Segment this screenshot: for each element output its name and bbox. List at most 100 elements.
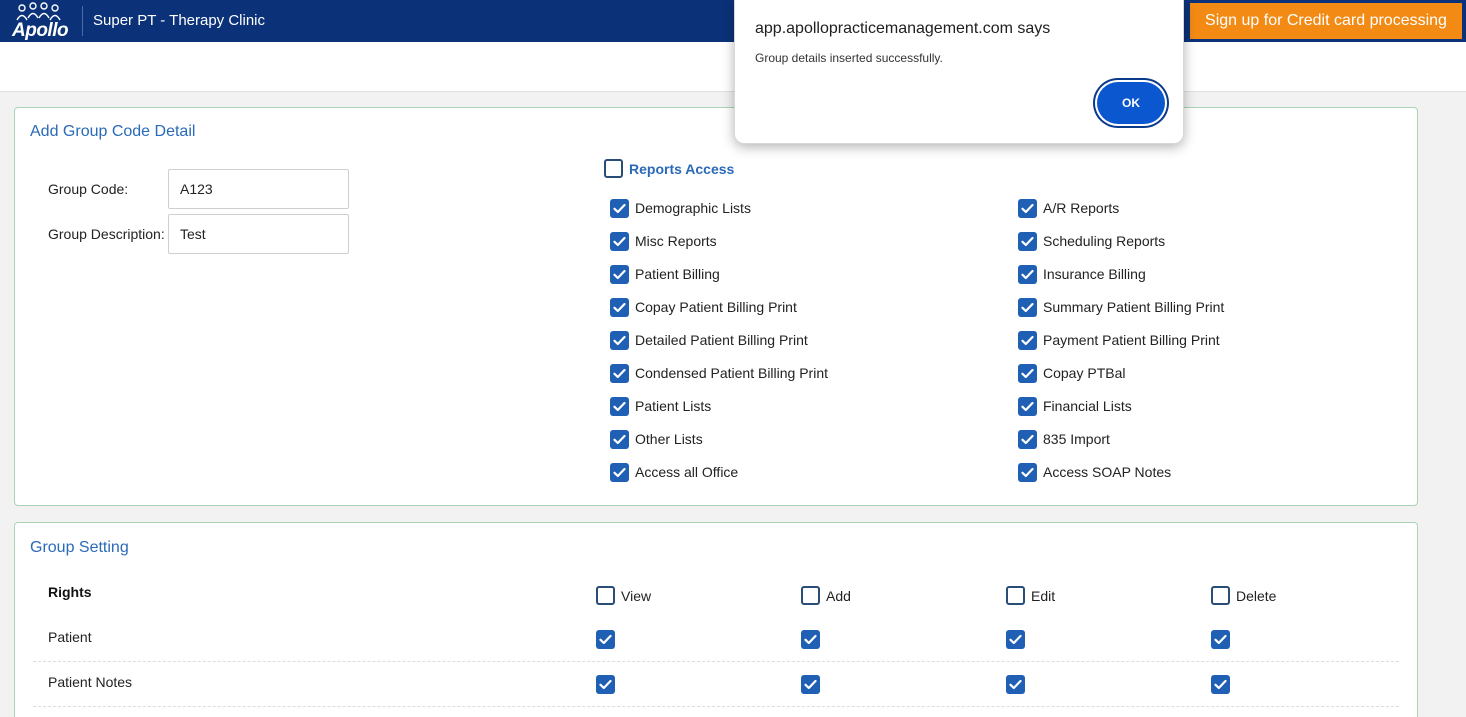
report-checkbox-condensed-patient-billing-print[interactable] [610,364,629,383]
checkmark-icon [599,634,612,645]
report-label-other-lists: Other Lists [635,431,703,447]
group-description-input[interactable] [168,214,349,254]
report-checkbox-a-r-reports[interactable] [1018,199,1037,218]
report-checkbox-access-all-office[interactable] [610,463,629,482]
checkmark-icon [1021,368,1034,379]
rights-patient-delete-checkbox[interactable] [1211,630,1230,649]
report-label-access-all-office: Access all Office [635,464,739,480]
group-setting-panel: Group Setting Rights View Add Edit Delete Pa… [14,522,1418,717]
report-label-a-r-reports: A/R Reports [1043,200,1120,216]
rights-column-delete-checkbox[interactable] [1211,586,1230,605]
checkmark-icon [1021,335,1034,346]
checkmark-icon [599,679,612,690]
checkmark-icon [613,236,626,247]
rights-column-add-checkbox[interactable] [801,586,820,605]
report-checkbox-copay-patient-billing-print[interactable] [610,298,629,317]
checkmark-icon [1021,203,1034,214]
rights-row-patient-notes-label: Patient Notes [48,674,133,690]
clinic-name: Super PT - Therapy Clinic [93,12,266,29]
checkmark-icon [1021,269,1034,280]
credit-card-signup-button[interactable]: Sign up for Credit card processing [1190,3,1462,39]
checkmark-icon [1009,679,1022,690]
report-checkbox-financial-lists[interactable] [1018,397,1037,416]
report-checkbox-copay-ptbal[interactable] [1018,364,1037,383]
checkmark-icon [613,368,626,379]
report-label-copay-patient-billing-print: Copay Patient Billing Print [635,299,797,315]
rights-patient-view-checkbox[interactable] [596,630,615,649]
rights-patient-add-checkbox[interactable] [801,630,820,649]
rights-column-view-checkbox[interactable] [596,586,615,605]
report-checkbox-payment-patient-billing-print[interactable] [1018,331,1037,350]
logo-text: Apollo [12,20,69,41]
rights-patient-notes-add-checkbox[interactable] [801,675,820,694]
report-checkbox-scheduling-reports[interactable] [1018,232,1037,251]
rights-column-edit-label: Edit [1031,588,1056,604]
reports-access-checkbox[interactable] [604,159,623,178]
checkmark-icon [1021,302,1034,313]
group-description-label: Group Description: [48,226,165,242]
report-checkbox-access-soap-notes[interactable] [1018,463,1037,482]
report-label-scheduling-reports: Scheduling Reports [1043,233,1166,249]
report-checkbox-insurance-billing[interactable] [1018,265,1037,284]
report-label-misc-reports: Misc Reports [635,233,717,249]
report-checkbox-detailed-patient-billing-print[interactable] [610,331,629,350]
group-code-input[interactable] [168,169,349,209]
rights-column-add-label: Add [826,588,851,604]
report-label-835-import: 835 Import [1043,431,1110,447]
people-logo-icon [16,2,61,21]
checkmark-icon [1214,634,1227,645]
dialog-title: app.apollopracticemanagement.com says [755,20,1051,37]
report-label-financial-lists: Financial Lists [1043,398,1132,414]
reports-access-label: Reports Access [629,161,735,177]
report-checkbox-other-lists[interactable] [610,430,629,449]
report-label-patient-lists: Patient Lists [635,398,712,414]
report-label-demographic-lists: Demographic Lists [635,200,751,216]
checkmark-icon [1021,467,1034,478]
checkmark-icon [613,335,626,346]
sub-toolbar [0,42,1466,92]
report-checkbox-summary-patient-billing-print[interactable] [1018,298,1037,317]
report-label-payment-patient-billing-print: Payment Patient Billing Print [1043,332,1220,348]
report-label-condensed-patient-billing-print: Condensed Patient Billing Print [635,365,829,381]
checkmark-icon [613,203,626,214]
top-navigation-bar: Apollo Super PT - Therapy Clinic Sign up… [0,0,1466,42]
rights-patient-edit-checkbox[interactable] [1006,630,1025,649]
report-label-access-soap-notes: Access SOAP Notes [1043,464,1172,480]
report-label-copay-ptbal: Copay PTBal [1043,365,1126,381]
checkmark-icon [804,634,817,645]
rights-patient-notes-edit-checkbox[interactable] [1006,675,1025,694]
checkmark-icon [613,269,626,280]
report-checkbox-patient-lists[interactable] [610,397,629,416]
checkmark-icon [1021,434,1034,445]
checkmark-icon [1021,236,1034,247]
dialog-ok-button[interactable]: OK [1097,82,1165,124]
apollo-logo[interactable]: Apollo [10,2,72,41]
rights-column-delete-label: Delete [1236,588,1277,604]
row-separator [33,706,1399,707]
report-label-patient-billing: Patient Billing [635,266,720,282]
panel-title-group-setting: Group Setting [30,539,129,556]
checkmark-icon [613,467,626,478]
checkmark-icon [613,401,626,412]
report-checkbox-demographic-lists[interactable] [610,199,629,218]
report-checkbox-835-import[interactable] [1018,430,1037,449]
rights-column-edit-checkbox[interactable] [1006,586,1025,605]
rights-patient-notes-view-checkbox[interactable] [596,675,615,694]
rights-patient-notes-delete-checkbox[interactable] [1211,675,1230,694]
checkmark-icon [613,434,626,445]
rights-row-patient-label: Patient [48,629,92,645]
report-label-detailed-patient-billing-print: Detailed Patient Billing Print [635,332,808,348]
checkmark-icon [1214,679,1227,690]
panel-title-group-code: Add Group Code Detail [30,123,196,140]
report-checkbox-misc-reports[interactable] [610,232,629,251]
report-label-summary-patient-billing-print: Summary Patient Billing Print [1043,299,1225,315]
add-group-code-panel: Add Group Code Detail Group Code: Group … [14,107,1418,506]
checkmark-icon [804,679,817,690]
report-label-insurance-billing: Insurance Billing [1043,266,1146,282]
row-separator [33,661,1399,662]
checkmark-icon [1021,401,1034,412]
checkmark-icon [1009,634,1022,645]
alert-dialog: app.apollopracticemanagement.com says Gr… [734,0,1184,144]
header-divider [82,6,83,36]
report-checkbox-patient-billing[interactable] [610,265,629,284]
